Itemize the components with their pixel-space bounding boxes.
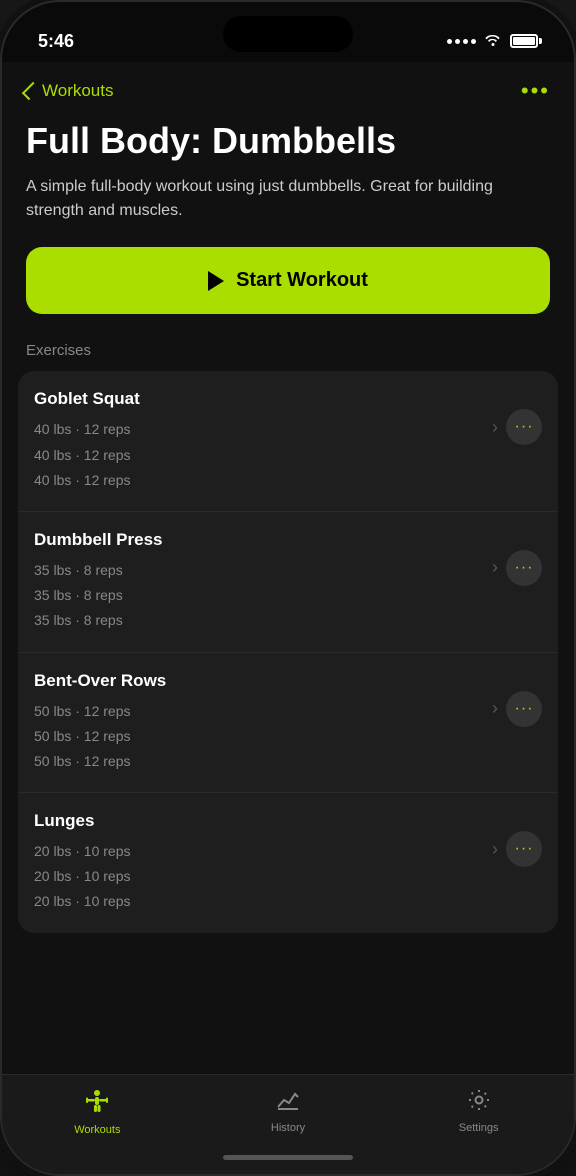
exercises-list: Goblet Squat 40 lbs · 12 reps 40 lbs · 1… — [18, 371, 558, 932]
phone-shell: 5:46 Workouts — [0, 0, 576, 1176]
chevron-right-icon: › — [492, 839, 498, 860]
person-icon — [83, 1087, 111, 1120]
exercise-item: Goblet Squat 40 lbs · 12 reps 40 lbs · 1… — [18, 371, 558, 512]
exercise-content: Dumbbell Press 35 lbs · 8 reps 35 lbs · … — [34, 530, 492, 634]
set-line: 40 lbs · 12 reps — [34, 443, 492, 468]
gear-icon — [466, 1087, 492, 1118]
exercise-content: Lunges 20 lbs · 10 reps 20 lbs · 10 reps… — [34, 811, 492, 915]
workout-description: A simple full-body workout using just du… — [26, 175, 550, 223]
tab-workouts-label: Workouts — [74, 1124, 120, 1136]
exercise-content: Goblet Squat 40 lbs · 12 reps 40 lbs · 1… — [34, 389, 492, 493]
nav-header: Workouts ••• — [2, 62, 574, 112]
wifi-icon — [484, 32, 502, 50]
exercise-more-button[interactable]: ··· — [506, 550, 542, 586]
status-icons — [447, 32, 538, 50]
tab-history[interactable]: History — [193, 1087, 384, 1134]
exercise-name: Dumbbell Press — [34, 530, 492, 550]
tab-settings-label: Settings — [459, 1122, 499, 1134]
set-line: 20 lbs · 10 reps — [34, 839, 492, 864]
content-area: Workouts ••• Full Body: Dumbbells A simp… — [2, 62, 574, 1074]
exercise-actions: › ··· — [492, 550, 542, 586]
tab-workouts[interactable]: Workouts — [2, 1087, 193, 1136]
screen: Workouts ••• Full Body: Dumbbells A simp… — [2, 62, 574, 1174]
set-line: 35 lbs · 8 reps — [34, 608, 492, 633]
tab-settings[interactable]: Settings — [383, 1087, 574, 1134]
set-line: 20 lbs · 10 reps — [34, 864, 492, 889]
back-button[interactable]: Workouts — [26, 81, 114, 101]
start-workout-label: Start Workout — [236, 269, 368, 292]
exercises-section-label: Exercises — [2, 334, 574, 371]
status-time: 5:46 — [38, 31, 74, 52]
exercise-actions: › ··· — [492, 409, 542, 445]
exercise-name: Goblet Squat — [34, 389, 492, 409]
exercise-actions: › ··· — [492, 831, 542, 867]
hero-section: Full Body: Dumbbells A simple full-body … — [2, 112, 574, 334]
exercise-name: Bent-Over Rows — [34, 671, 492, 691]
exercise-more-button[interactable]: ··· — [506, 409, 542, 445]
set-line: 20 lbs · 10 reps — [34, 889, 492, 914]
chevron-right-icon: › — [492, 698, 498, 719]
play-icon — [208, 271, 224, 291]
set-line: 50 lbs · 12 reps — [34, 749, 492, 774]
set-line: 40 lbs · 12 reps — [34, 417, 492, 442]
exercise-item: Bent-Over Rows 50 lbs · 12 reps 50 lbs ·… — [18, 653, 558, 794]
workout-title: Full Body: Dumbbells — [26, 120, 550, 161]
home-indicator — [223, 1155, 353, 1160]
back-label: Workouts — [42, 81, 114, 101]
set-line: 40 lbs · 12 reps — [34, 468, 492, 493]
battery-icon — [510, 34, 538, 48]
chevron-right-icon: › — [492, 557, 498, 578]
exercise-more-button[interactable]: ··· — [506, 831, 542, 867]
chart-icon — [275, 1087, 301, 1118]
set-line: 50 lbs · 12 reps — [34, 724, 492, 749]
exercise-more-button[interactable]: ··· — [506, 691, 542, 727]
set-line: 50 lbs · 12 reps — [34, 699, 492, 724]
exercise-actions: › ··· — [492, 691, 542, 727]
chevron-left-icon — [22, 82, 40, 100]
dynamic-island — [223, 16, 353, 52]
start-workout-button[interactable]: Start Workout — [26, 247, 550, 314]
exercise-content: Bent-Over Rows 50 lbs · 12 reps 50 lbs ·… — [34, 671, 492, 775]
exercise-item: Lunges 20 lbs · 10 reps 20 lbs · 10 reps… — [18, 793, 558, 933]
set-line: 35 lbs · 8 reps — [34, 583, 492, 608]
signal-dots-icon — [447, 39, 476, 44]
tab-history-label: History — [271, 1122, 305, 1134]
exercise-item: Dumbbell Press 35 lbs · 8 reps 35 lbs · … — [18, 512, 558, 653]
set-line: 35 lbs · 8 reps — [34, 558, 492, 583]
chevron-right-icon: › — [492, 417, 498, 438]
more-menu-button[interactable]: ••• — [521, 78, 550, 104]
exercise-name: Lunges — [34, 811, 492, 831]
